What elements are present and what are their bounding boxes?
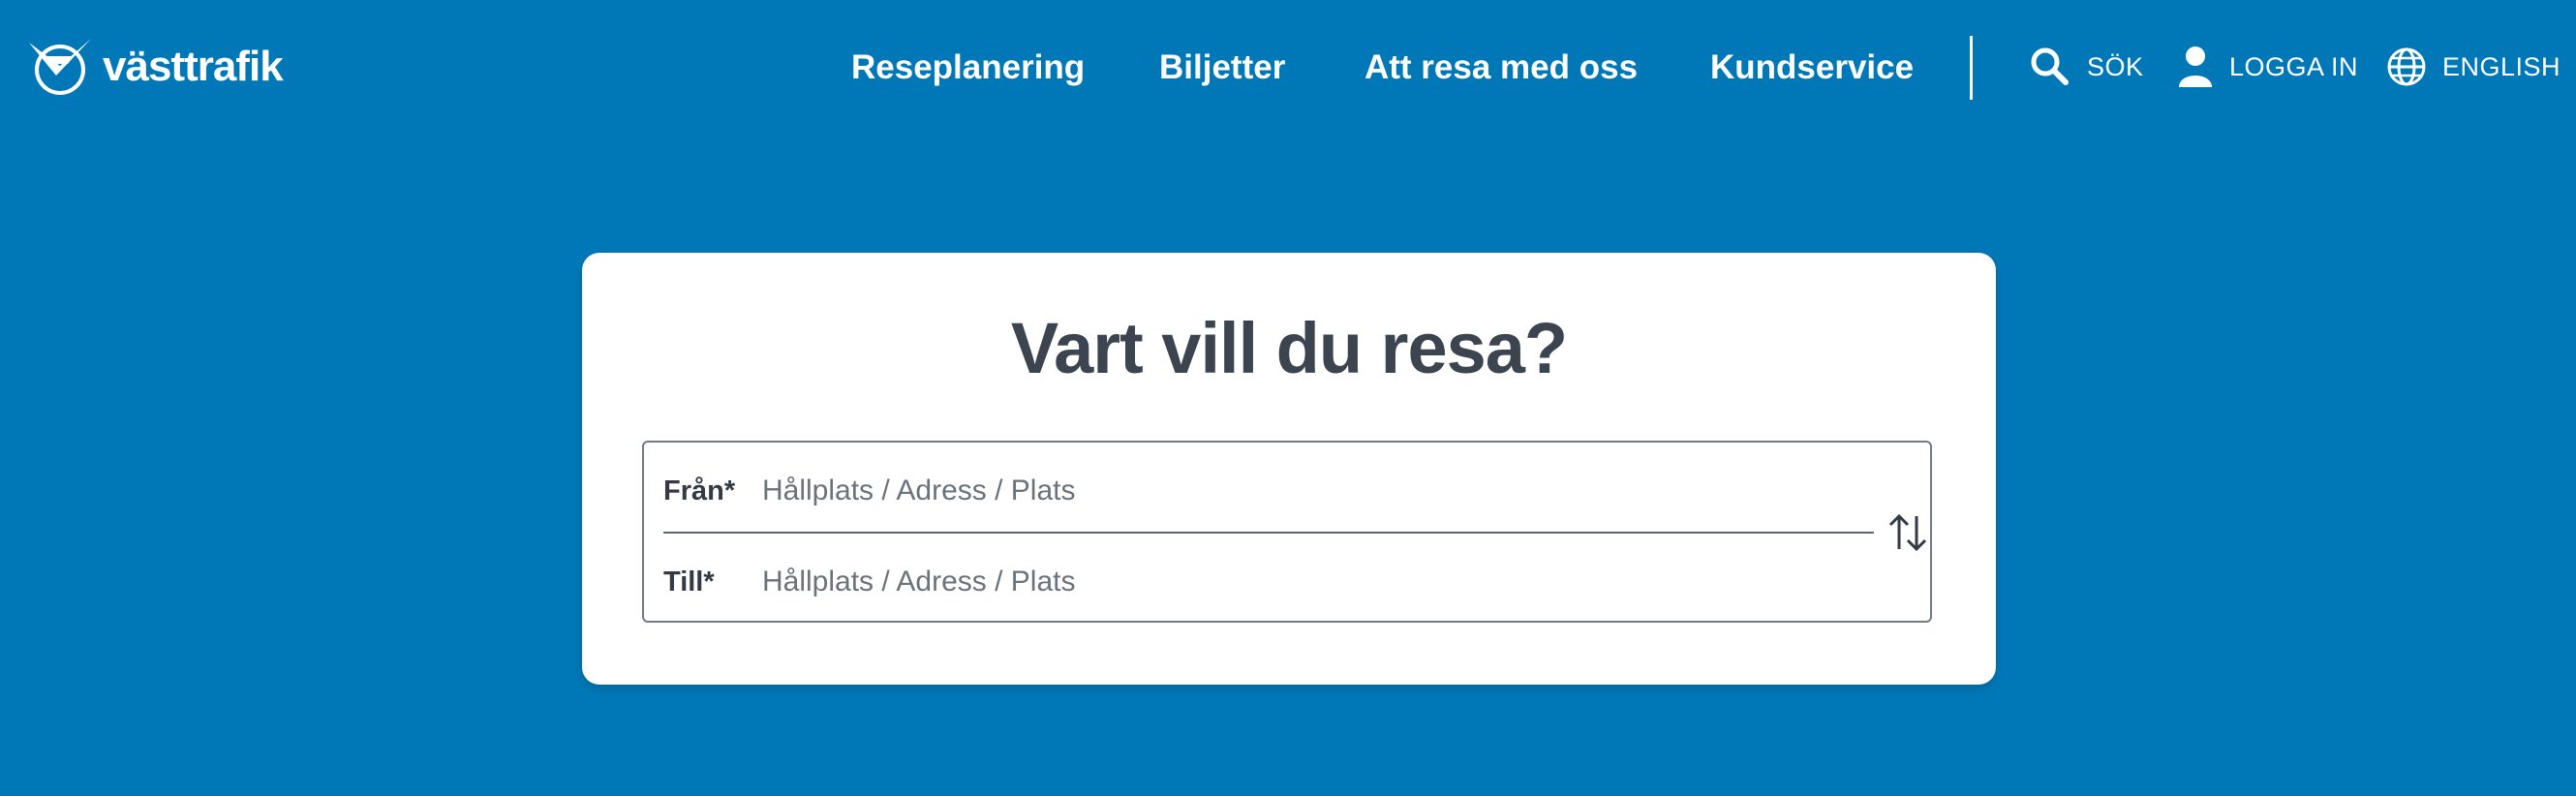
- nav-biljetter[interactable]: Biljetter: [1159, 45, 1285, 91]
- header-divider: [1970, 36, 1973, 100]
- user-icon: [2179, 46, 2212, 87]
- vasttrafik-logo[interactable]: västtrafik: [27, 37, 284, 97]
- from-label: Från*: [663, 475, 736, 506]
- nav-reseplanering[interactable]: Reseplanering: [851, 45, 1085, 91]
- page-title: Vart vill du resa?: [1010, 308, 1568, 388]
- swap-arrows-icon: [1888, 513, 1927, 552]
- to-label: Till*: [663, 566, 715, 597]
- language-label: ENGLISH: [2442, 51, 2561, 81]
- globe-icon: [2387, 47, 2426, 86]
- search-icon: [2031, 47, 2069, 85]
- route-form: Från* Till*: [642, 441, 1932, 623]
- trip-planner-card: Vart vill du resa? Från* Till*: [582, 253, 1996, 685]
- from-input[interactable]: [760, 474, 1829, 508]
- search-button[interactable]: SÖK: [2029, 43, 2144, 91]
- to-row: Till*: [663, 553, 1829, 611]
- login-button[interactable]: LOGGA IN: [2177, 43, 2358, 91]
- nav-att-resa-med-oss[interactable]: Att resa med oss: [1365, 45, 1638, 91]
- login-label: LOGGA IN: [2229, 51, 2359, 81]
- to-input[interactable]: [760, 565, 1829, 599]
- language-button[interactable]: ENGLISH: [2386, 43, 2561, 91]
- site-header: västtrafik Reseplanering Biljetter Att r…: [0, 0, 2576, 136]
- search-label: SÖK: [2087, 51, 2144, 81]
- vasttrafik-logo-icon: [29, 39, 91, 95]
- nav-kundservice[interactable]: Kundservice: [1710, 45, 1914, 91]
- from-row: Från*: [663, 462, 1829, 520]
- field-divider: [663, 532, 1874, 534]
- logo-text: västtrafik: [103, 43, 284, 90]
- swap-button[interactable]: [1886, 508, 1930, 557]
